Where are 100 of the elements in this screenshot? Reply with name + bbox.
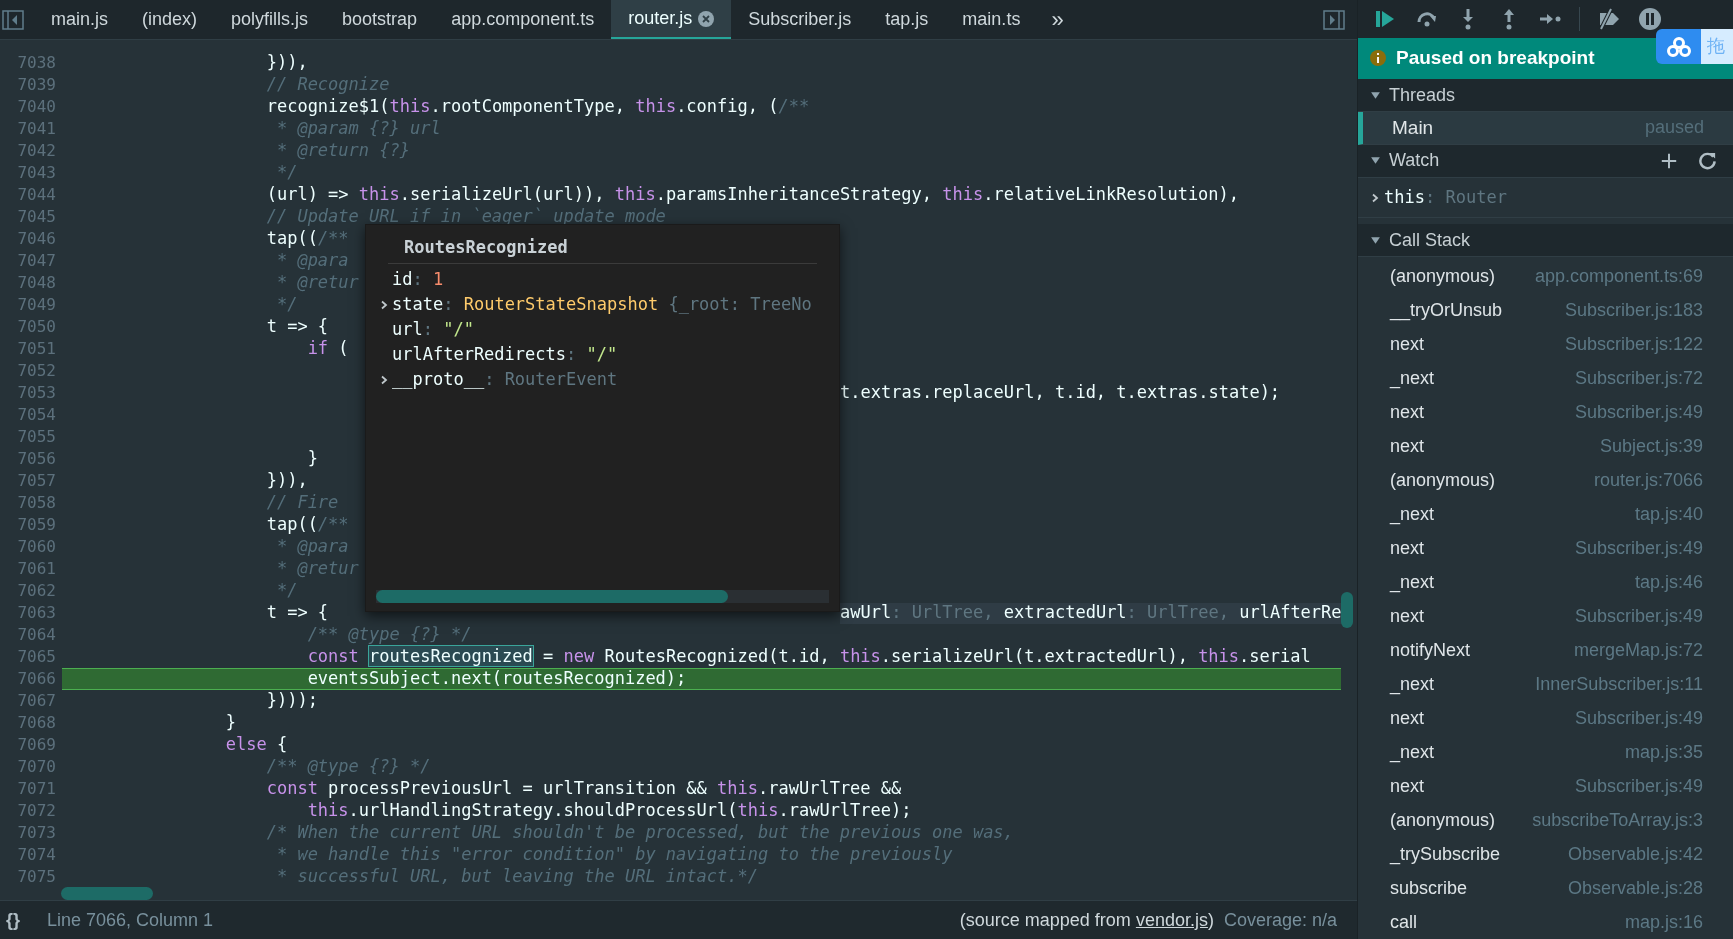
code-line: })), xyxy=(265,469,308,493)
expand-chevron-icon[interactable] xyxy=(379,300,389,310)
line-number: 7050 xyxy=(16,316,56,338)
function-name[interactable]: _next xyxy=(1390,670,1435,698)
code-line: else { xyxy=(224,733,288,757)
code-line: } xyxy=(306,447,318,471)
line-number: 7064 xyxy=(16,624,56,646)
watch-expression[interactable]: this: Router xyxy=(1384,184,1507,211)
code-line: tap((/** xyxy=(265,227,349,251)
banner-text: Paused on breakpoint xyxy=(1396,46,1595,71)
function-name[interactable]: call xyxy=(1390,908,1417,936)
function-name[interactable]: _next xyxy=(1390,500,1435,528)
code-line: * @return {?} xyxy=(275,139,410,163)
thread-row[interactable]: Main paused xyxy=(1358,112,1733,145)
function-name[interactable]: next xyxy=(1390,534,1425,562)
section-header[interactable]: Call Stack xyxy=(1389,226,1471,254)
line-number: 7069 xyxy=(16,734,56,756)
vertical-scrollbar-thumb[interactable] xyxy=(1341,592,1353,628)
line-number: 7074 xyxy=(16,844,56,866)
line-number: 7058 xyxy=(16,492,56,514)
line-number: 7047 xyxy=(16,250,56,272)
code-line: /** @type {?} */ xyxy=(306,623,472,647)
function-name[interactable]: (anonymous) xyxy=(1390,466,1496,494)
function-name[interactable]: _next xyxy=(1390,364,1435,392)
function-name[interactable]: _trySubscribe xyxy=(1390,840,1501,868)
source-link[interactable]: vendor.js xyxy=(1135,909,1208,930)
code-line: if ( xyxy=(306,337,349,361)
close-icon[interactable] xyxy=(698,10,715,27)
line-number: 7054 xyxy=(16,404,56,426)
code-line: */ xyxy=(275,161,298,185)
toggle-panel-icon[interactable] xyxy=(1323,9,1345,30)
expanded-triangle-icon[interactable] xyxy=(1370,155,1381,167)
line-number: 7057 xyxy=(16,470,56,492)
add-icon[interactable] xyxy=(1660,151,1678,170)
function-name[interactable]: next xyxy=(1390,772,1425,800)
line-number: 7072 xyxy=(16,800,56,822)
horizontal-scrollbar-thumb[interactable] xyxy=(61,887,153,900)
expanded-triangle-icon[interactable] xyxy=(1370,89,1381,101)
more-tabs-button[interactable]: » xyxy=(1037,0,1078,39)
line-number: 7040 xyxy=(16,96,56,118)
property-row-text: url: "/" xyxy=(392,318,474,342)
expand-chevron-icon[interactable] xyxy=(1370,192,1380,203)
file-tab[interactable]: polyfills.js xyxy=(214,0,326,39)
code-line: t.extras.replaceUrl, t.id, t.extras.state); xyxy=(840,381,1281,405)
code-line: tap((/** xyxy=(265,513,349,537)
code-line: /** @type {?} */ xyxy=(265,755,431,779)
function-name[interactable]: next xyxy=(1390,330,1425,358)
function-name[interactable]: notifyNext xyxy=(1390,636,1471,664)
deactivate-breakpoints-icon[interactable] xyxy=(1597,6,1621,31)
pretty-print-button[interactable]: {} xyxy=(0,906,26,934)
line-number: 7062 xyxy=(16,580,56,602)
line-number: 7052 xyxy=(16,360,56,382)
function-name[interactable]: subscribe xyxy=(1390,874,1468,902)
horizontal-scrollbar[interactable] xyxy=(376,590,829,603)
line-number: 7065 xyxy=(16,646,56,668)
line-number: 7046 xyxy=(16,228,56,250)
line-number: 7071 xyxy=(16,778,56,800)
file-tab[interactable]: bootstrap xyxy=(325,0,435,39)
line-number: 7055 xyxy=(16,426,56,448)
file-tab[interactable]: main.ts xyxy=(945,0,1038,39)
function-name[interactable]: _next xyxy=(1390,738,1435,766)
inline-value-hint: awUrl: UrlTree, extractedUrl: UrlTree, urlAfterRe xyxy=(840,602,1342,624)
code-line: }))); xyxy=(265,689,318,713)
toggle-sidebar-icon[interactable] xyxy=(2,9,24,30)
line-number: 7063 xyxy=(16,602,56,624)
thread-status: paused xyxy=(1644,116,1704,140)
file-tab[interactable]: app.component.ts xyxy=(434,0,612,39)
pause-icon[interactable] xyxy=(1638,6,1662,31)
expand-chevron-icon[interactable] xyxy=(379,375,389,385)
function-name[interactable]: next xyxy=(1390,432,1425,460)
file-tab[interactable]: router.js xyxy=(611,0,732,39)
code-line: * @retur xyxy=(275,271,359,295)
property-row[interactable]: state: RouterStateSnapshot {_root: TreeNo xyxy=(392,292,812,318)
line-number: 7073 xyxy=(16,822,56,844)
section-header[interactable]: Watch xyxy=(1389,147,1440,175)
function-name[interactable]: next xyxy=(1390,398,1425,426)
file-tab[interactable]: (index) xyxy=(125,0,215,39)
function-name[interactable]: __tryOrUnsub xyxy=(1390,296,1503,324)
function-name[interactable]: (anonymous) xyxy=(1390,262,1496,290)
line-number: 7070 xyxy=(16,756,56,778)
code-line: // Fire xyxy=(265,491,339,515)
line-number: 7068 xyxy=(16,712,56,734)
file-tab[interactable]: tap.js xyxy=(868,0,946,39)
function-name[interactable]: (anonymous) xyxy=(1390,806,1496,834)
line-number: 7042 xyxy=(16,140,56,162)
expanded-triangle-icon[interactable] xyxy=(1370,234,1381,246)
code-line: recognize$1(this.rootComponentType, this.config, (/** xyxy=(265,95,810,119)
function-name[interactable]: next xyxy=(1390,602,1425,630)
code-line: * @param {?} url xyxy=(275,117,441,141)
function-name[interactable]: _next xyxy=(1390,568,1435,596)
function-name[interactable]: next xyxy=(1390,704,1425,732)
cloud-logo-icon xyxy=(1666,36,1691,57)
property-row[interactable]: __proto__: RouterEvent xyxy=(392,367,618,393)
scrollbar-thumb[interactable] xyxy=(376,590,728,603)
info-icon xyxy=(1370,50,1386,67)
refresh-icon[interactable] xyxy=(1698,151,1717,171)
section-header[interactable]: Threads xyxy=(1389,81,1456,109)
file-tab[interactable]: main.js xyxy=(34,0,125,39)
file-tab[interactable]: Subscriber.js xyxy=(731,0,869,39)
code-line: } xyxy=(224,711,236,735)
